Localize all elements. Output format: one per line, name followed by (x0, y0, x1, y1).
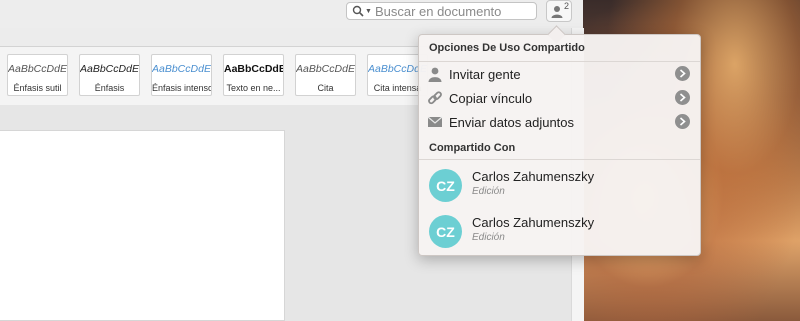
share-popover: Opciones De Uso Compartido Invitar gente… (418, 34, 701, 256)
style-tile[interactable]: AaBbCcDdEe Énfasis (79, 54, 140, 96)
avatar: CZ (429, 169, 462, 202)
chevron-right-icon[interactable] (675, 66, 690, 81)
chevron-right-icon[interactable] (675, 114, 690, 129)
search-placeholder: Buscar en documento (374, 3, 502, 19)
search-field[interactable]: ▼ Buscar en documento (346, 2, 537, 20)
share-button[interactable]: 2 (546, 0, 572, 22)
send-attachment-label: Enviar datos adjuntos (449, 115, 575, 130)
style-tile[interactable]: AaBbCcDdEe Cita (295, 54, 356, 96)
avatar: CZ (429, 215, 462, 248)
style-tile[interactable]: AaBbCcDdEe Texto en ne... (223, 54, 284, 96)
person-icon (551, 6, 563, 18)
style-label: Texto en ne... (226, 83, 281, 93)
invite-people-item[interactable]: Invitar gente (419, 63, 700, 85)
divider (419, 159, 700, 160)
copy-link-label: Copiar vínculo (449, 91, 533, 106)
person-name: Carlos Zahumenszky (472, 215, 595, 230)
style-sample: AaBbCcDdEe (152, 63, 212, 75)
link-icon (428, 91, 442, 105)
style-sample: AaBbCcDdEe (80, 63, 140, 75)
share-count: 2 (564, 1, 570, 11)
style-label: Énfasis sutil (13, 83, 62, 93)
style-tile[interactable]: AaBbCcDdEe Énfasis intenso (151, 54, 212, 96)
style-sample: AaBbCcDdEe (296, 63, 356, 75)
style-label: Cita (317, 83, 334, 93)
style-label: Énfasis (94, 83, 125, 93)
share-options-title: Opciones De Uso Compartido (429, 42, 585, 54)
person-icon (428, 67, 442, 82)
chevron-down-icon: ▼ (365, 7, 372, 15)
divider (419, 61, 700, 62)
style-sample: AaBbCcDdEe (224, 63, 283, 75)
person-role: Edición (472, 232, 505, 243)
document-page[interactable] (0, 130, 285, 321)
person-role: Edición (472, 186, 505, 197)
shared-with-title: Compartido Con (429, 142, 516, 154)
shared-person-row[interactable]: CZ Carlos Zahumenszky Edición (419, 165, 700, 205)
shared-person-row[interactable]: CZ Carlos Zahumenszky Edición (419, 211, 700, 251)
invite-people-label: Invitar gente (449, 67, 521, 82)
style-sample: AaBbCcDdEe (8, 63, 68, 75)
mail-icon (427, 116, 443, 127)
chevron-right-icon[interactable] (675, 90, 690, 105)
style-label: Énfasis intenso (152, 83, 212, 93)
send-attachment-item[interactable]: Enviar datos adjuntos (419, 111, 700, 133)
toolbar: ▼ Buscar en documento 2 (0, 0, 583, 28)
search-icon (352, 5, 364, 17)
person-name: Carlos Zahumenszky (472, 169, 595, 184)
style-tile[interactable]: AaBbCcDdEe Énfasis sutil (7, 54, 68, 96)
copy-link-item[interactable]: Copiar vínculo (419, 87, 700, 109)
